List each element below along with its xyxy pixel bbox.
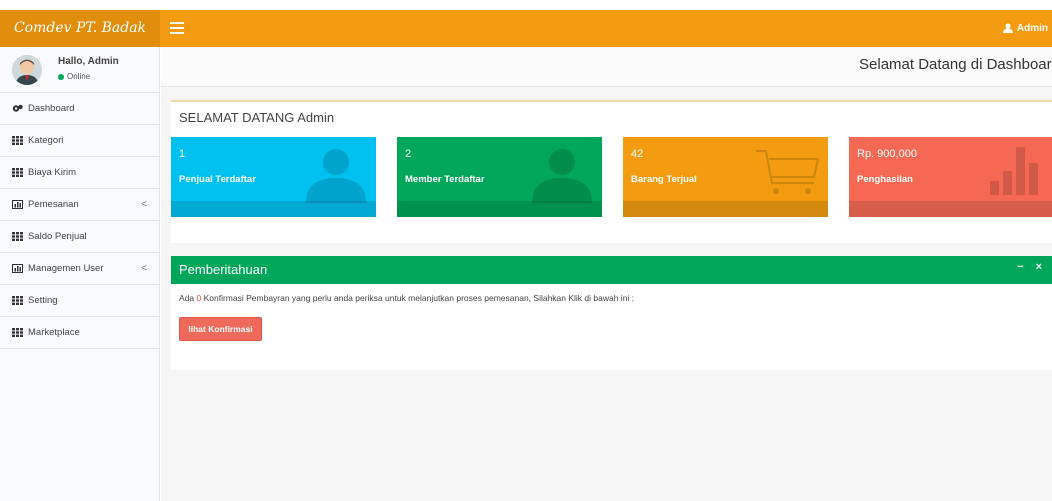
notification-box: Pemberitahuan − × Ada 0 Konfirmasi Pembay…: [171, 256, 1052, 370]
stat-footer: [397, 201, 602, 217]
menu-toggle-icon[interactable]: [170, 22, 184, 34]
stat-value: 2: [405, 148, 412, 160]
chevron-left-icon: <: [141, 199, 147, 210]
stat-footer: [849, 201, 1052, 217]
stat-box-penjual[interactable]: 1 Penjual Terdaftar: [171, 137, 376, 217]
user-status: Online: [58, 72, 90, 81]
main-content: Selamat Datang di Dashboard SELAMAT DATA…: [161, 47, 1052, 501]
chevron-left-icon: <: [141, 263, 147, 274]
user-panel: Hallo, Admin Online: [0, 47, 159, 93]
notification-header: Pemberitahuan − ×: [171, 256, 1052, 284]
sidebar-item-label: Setting: [28, 295, 58, 306]
sidebar-item-saldo-penjual[interactable]: Saldo Penjual: [0, 221, 159, 253]
sidebar-item-marketplace[interactable]: Marketplace: [0, 317, 159, 349]
grid-icon: [12, 135, 23, 145]
close-icon[interactable]: ×: [1036, 261, 1042, 273]
user-greeting: Hallo, Admin: [58, 56, 119, 67]
stat-value: 42: [631, 148, 644, 160]
sidebar-item-label: Saldo Penjual: [28, 231, 87, 242]
content-header: Selamat Datang di Dashboard: [161, 47, 1052, 87]
dashboard-icon: [12, 104, 23, 112]
sidebar-item-label: Dashboard: [28, 103, 75, 114]
avatar: [12, 55, 42, 85]
sidebar-item-label: Biaya Kirim: [28, 167, 77, 178]
grid-icon: [12, 231, 23, 241]
sidebar: Hallo, Admin Online Dashboard Kategori B…: [0, 47, 160, 501]
stat-value: Rp. 900,000: [857, 148, 917, 160]
top-strip: [0, 0, 1052, 10]
stat-footer: [623, 201, 828, 217]
stat-label: Barang Terjual: [631, 174, 697, 185]
stat-label: Penghasilan: [857, 174, 913, 185]
page-title: Selamat Datang di Dashboard: [859, 56, 1052, 73]
stat-label: Member Terdaftar: [405, 174, 485, 185]
grid-icon: [12, 295, 23, 305]
stat-box-barang[interactable]: 42 Barang Terjual: [623, 137, 828, 217]
sidebar-item-managemen-user[interactable]: Managemen User <: [0, 253, 159, 285]
online-status-icon: [58, 73, 64, 80]
stat-footer: [171, 201, 376, 217]
box-tools: − ×: [1005, 261, 1042, 273]
sidebar-item-dashboard[interactable]: Dashboard: [0, 93, 159, 125]
brand-logo[interactable]: Comdev PT. Badak: [0, 10, 160, 47]
sidebar-item-kategori[interactable]: Kategori: [0, 125, 159, 157]
bar-chart-icon: [12, 263, 23, 273]
user-menu-label: Admin: [1016, 23, 1048, 34]
sidebar-item-label: Kategori: [28, 135, 64, 146]
grid-icon: [12, 167, 23, 177]
cart-icon: [756, 150, 820, 194]
bar-chart-icon: [12, 199, 23, 209]
notification-text: Ada 0 Konfirmasi Pembayran yang perlu an…: [179, 293, 635, 303]
sidebar-item-pemesanan[interactable]: Pemesanan <: [0, 189, 159, 221]
minus-icon[interactable]: −: [1017, 261, 1023, 273]
user-icon: [1002, 23, 1013, 34]
bar-chart-icon: [990, 147, 1038, 195]
grid-icon: [12, 327, 23, 337]
top-navbar: Comdev PT. Badak Admin: [0, 10, 1052, 47]
notification-title: Pemberitahuan: [179, 262, 268, 277]
sidebar-item-label: Managemen User: [28, 263, 104, 274]
stat-box-member[interactable]: 2 Member Terdaftar: [397, 137, 602, 217]
welcome-title: SELAMAT DATANG Admin: [179, 110, 335, 125]
stat-value: 1: [179, 148, 186, 160]
stat-label: Penjual Terdaftar: [179, 174, 256, 185]
sidebar-item-label: Marketplace: [28, 327, 80, 338]
user-menu[interactable]: Admin: [1002, 10, 1048, 47]
user-status-label: Online: [67, 72, 91, 81]
sidebar-item-setting[interactable]: Setting: [0, 285, 159, 317]
user-icon: [306, 149, 366, 203]
stat-box-penghasilan[interactable]: Rp. 900,000 Penghasilan: [849, 137, 1052, 217]
sidebar-item-biaya-kirim[interactable]: Biaya Kirim: [0, 157, 159, 189]
view-confirmation-button[interactable]: lihat Konfirmasi: [179, 317, 262, 341]
sidebar-item-label: Pemesanan: [28, 199, 79, 210]
welcome-box: SELAMAT DATANG Admin 1 Penjual Terdaftar…: [171, 100, 1052, 243]
user-icon: [532, 149, 592, 203]
